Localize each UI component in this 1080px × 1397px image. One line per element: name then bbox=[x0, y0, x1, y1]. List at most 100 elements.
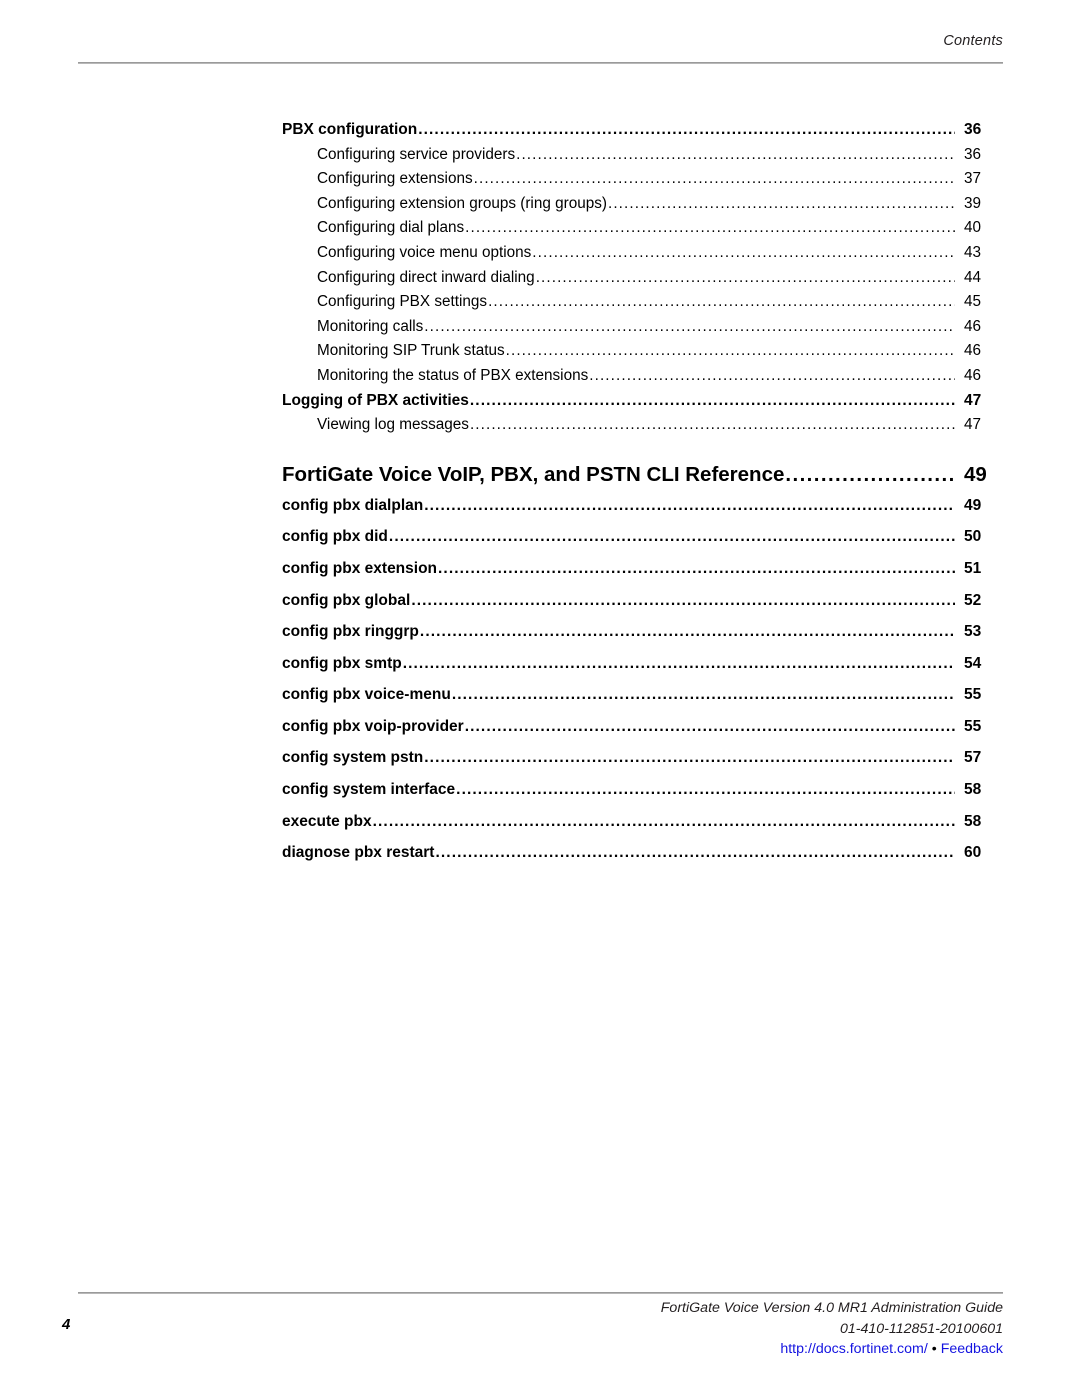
footer-links: http://docs.fortinet.com/ • Feedback bbox=[661, 1339, 1003, 1360]
toc-entry[interactable]: Monitoring calls........................… bbox=[317, 315, 1004, 340]
toc-entry-page-number: 46 bbox=[964, 342, 982, 360]
toc-leader-dots: ........................................… bbox=[607, 194, 955, 212]
footer-document-title: FortiGate Voice Version 4.0 MR1 Administ… bbox=[660, 1300, 1003, 1316]
toc-entry[interactable]: Monitoring SIP Trunk status.............… bbox=[317, 339, 1004, 364]
toc-entry[interactable]: Configuring direct inward dialing.......… bbox=[317, 266, 1004, 291]
toc-entry-label: PBX configuration bbox=[282, 121, 418, 138]
toc-entry[interactable]: Configuring dial plans..................… bbox=[317, 216, 1004, 241]
toc-entry[interactable]: Logging of PBX activities...............… bbox=[282, 389, 1004, 414]
running-header-title: Contents bbox=[943, 33, 1003, 49]
toc-entry-page-number: 51 bbox=[964, 559, 982, 577]
toc-entry-label: Configuring voice menu options bbox=[317, 243, 532, 261]
toc-entry[interactable]: Configuring PBX settings................… bbox=[317, 290, 1004, 315]
toc-leader-dots: ........................................… bbox=[451, 686, 955, 704]
toc-entry[interactable]: diagnose pbx restart....................… bbox=[282, 837, 1004, 869]
toc-leader-dots: ........................................… bbox=[372, 812, 955, 830]
feedback-link[interactable]: Feedback bbox=[941, 1341, 1003, 1357]
toc-entry-label: Viewing log messages bbox=[317, 416, 469, 434]
toc-entry-label: Monitoring SIP Trunk status bbox=[317, 342, 505, 360]
toc-leader-dots: ........................................… bbox=[456, 781, 955, 799]
toc-entry-label: Configuring extension groups (ring group… bbox=[317, 194, 607, 212]
toc-entry-label: config pbx ringgrp bbox=[282, 623, 419, 641]
toc-entry[interactable]: FortiGate Voice VoIP, PBX, and PSTN CLI … bbox=[282, 459, 1004, 490]
toc-entry[interactable]: config pbx voice-menu...................… bbox=[282, 679, 1004, 711]
toc-entry-page-number: 55 bbox=[964, 717, 982, 735]
toc-entry[interactable]: Configuring voice menu options..........… bbox=[317, 241, 1004, 266]
toc-leader-dots: ........................................… bbox=[411, 591, 955, 609]
toc-entry[interactable]: execute pbx.............................… bbox=[282, 806, 1004, 838]
toc-entry-label: config pbx voip-provider bbox=[282, 717, 464, 735]
toc-leader-dots: ........................................… bbox=[516, 145, 955, 163]
toc-leader-dots: ........................................… bbox=[535, 268, 955, 286]
toc-entry[interactable]: config pbx voip-provider................… bbox=[282, 711, 1004, 743]
document-page: Contents PBX configuration..............… bbox=[0, 0, 1080, 1397]
toc-entry-page-number: 36 bbox=[964, 145, 982, 163]
toc-entry-page-number: 49 bbox=[964, 462, 987, 486]
toc-entry[interactable]: config pbx dialplan.....................… bbox=[282, 490, 1004, 522]
toc-entry[interactable]: Configuring service providers...........… bbox=[317, 143, 1004, 168]
toc-entry-page-number: 57 bbox=[964, 749, 982, 767]
toc-leader-dots: ........................................… bbox=[388, 528, 955, 546]
footer-document-id: 01-410-112851-20100601 bbox=[839, 1320, 1003, 1337]
toc-leader-dots: ........................................… bbox=[424, 317, 955, 335]
toc-entry[interactable]: config pbx smtp.........................… bbox=[282, 648, 1004, 680]
toc-leader-dots: ........................................… bbox=[465, 219, 955, 237]
toc-entry-page-number: 53 bbox=[964, 623, 982, 641]
toc-leader-dots: ........................................… bbox=[488, 293, 955, 311]
toc-entry-label: config pbx dialplan bbox=[282, 496, 424, 514]
toc-entry-label: Configuring service providers bbox=[317, 145, 516, 163]
footer-divider bbox=[78, 1292, 1003, 1294]
toc-entry-label: Configuring dial plans bbox=[317, 219, 465, 237]
toc-entry-label: diagnose pbx restart bbox=[282, 844, 435, 862]
toc-entry-label: FortiGate Voice VoIP, PBX, and PSTN CLI … bbox=[282, 462, 785, 486]
toc-leader-dots: ........................................… bbox=[505, 342, 955, 360]
toc-leader-dots: ........................................… bbox=[424, 496, 955, 514]
toc-entry[interactable]: Viewing log messages....................… bbox=[317, 413, 1004, 438]
footer-block: FortiGate Voice Version 4.0 MR1 Administ… bbox=[661, 1298, 1003, 1360]
footer-separator: • bbox=[931, 1341, 937, 1357]
toc-leader-dots: ........................................… bbox=[469, 416, 955, 434]
toc-entry-label: config pbx extension bbox=[282, 559, 438, 577]
toc-entry-label: config pbx global bbox=[282, 591, 411, 609]
toc-leader-dots: ........................................… bbox=[438, 559, 955, 577]
toc-entry-page-number: 50 bbox=[964, 528, 982, 546]
toc-entry-page-number: 54 bbox=[964, 654, 982, 672]
toc-entry-label: config pbx did bbox=[282, 528, 388, 546]
toc-entry-page-number: 49 bbox=[964, 496, 982, 514]
toc-entry-page-number: 40 bbox=[964, 219, 982, 237]
toc-entry-page-number: 58 bbox=[964, 812, 982, 830]
toc-entry[interactable]: config pbx did..........................… bbox=[282, 521, 1004, 553]
toc-entry-page-number: 43 bbox=[964, 243, 982, 261]
toc-entry-label: execute pbx bbox=[282, 812, 372, 830]
toc-entry-page-number: 58 bbox=[964, 781, 982, 799]
toc-entry-page-number: 36 bbox=[964, 121, 982, 138]
toc-entry-label: Logging of PBX activities bbox=[282, 391, 469, 409]
toc-entry-page-number: 46 bbox=[964, 366, 982, 384]
toc-entry-label: Configuring direct inward dialing bbox=[317, 268, 535, 286]
toc-leader-dots: ........................................… bbox=[469, 391, 955, 409]
toc-leader-dots: ........................................… bbox=[464, 717, 955, 735]
toc-entry-page-number: 45 bbox=[964, 293, 982, 311]
toc-entry[interactable]: config system interface.................… bbox=[282, 774, 1004, 806]
toc-entry[interactable]: Configuring extension groups (ring group… bbox=[317, 192, 1004, 217]
toc-entry-label: Monitoring calls bbox=[317, 317, 424, 335]
docs-url-link[interactable]: http://docs.fortinet.com/ bbox=[780, 1341, 927, 1357]
toc-entry-page-number: 47 bbox=[964, 416, 982, 434]
toc-entry[interactable]: config pbx ringgrp......................… bbox=[282, 616, 1004, 648]
toc-entry-label: Configuring PBX settings bbox=[317, 293, 488, 311]
toc-entry-label: config pbx smtp bbox=[282, 654, 402, 672]
toc-entry[interactable]: PBX configuration.......................… bbox=[282, 118, 1004, 143]
toc-entry-page-number: 39 bbox=[964, 194, 982, 212]
toc-entry-page-number: 46 bbox=[964, 317, 982, 335]
toc-entry-label: config system interface bbox=[282, 781, 456, 799]
toc-entry[interactable]: Configuring extensions..................… bbox=[317, 167, 1004, 192]
toc-leader-dots: ........................................… bbox=[435, 844, 955, 862]
toc-entry[interactable]: config system pstn......................… bbox=[282, 742, 1004, 774]
toc-leader-dots: ........................................… bbox=[418, 121, 955, 138]
toc-leader-dots: ........................................… bbox=[532, 243, 955, 261]
toc-entry[interactable]: config pbx extension....................… bbox=[282, 553, 1004, 585]
toc-entry-page-number: 44 bbox=[964, 268, 982, 286]
toc-entry[interactable]: config pbx global.......................… bbox=[282, 585, 1004, 617]
page-number: 4 bbox=[62, 1316, 71, 1333]
toc-entry[interactable]: Monitoring the status of PBX extensions.… bbox=[317, 364, 1004, 389]
